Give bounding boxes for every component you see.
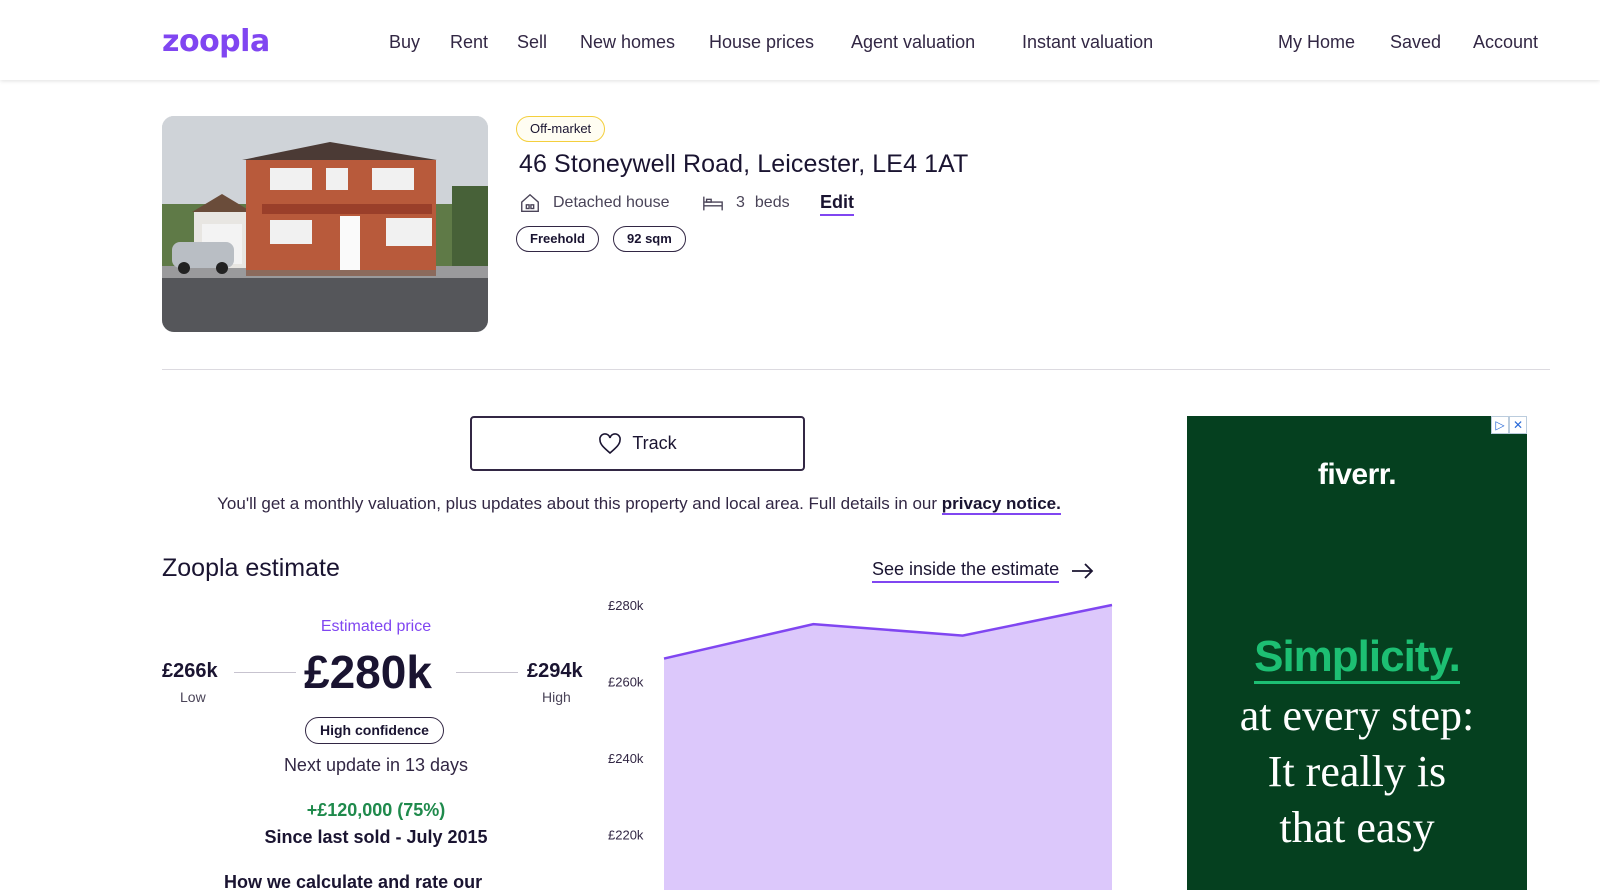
next-update-text: Next update in 13 days	[283, 755, 469, 775]
confidence-badge: High confidence	[305, 717, 444, 744]
estimate-chart: £280k £260k £240k £220k	[608, 598, 1113, 890]
nav-new-homes[interactable]: New homes	[580, 32, 675, 53]
heart-icon	[599, 432, 622, 454]
y-tick-label: £240k	[608, 751, 644, 766]
nav-house-prices[interactable]: House prices	[709, 32, 814, 53]
estimate-title: Zoopla estimate	[162, 554, 340, 582]
nav-saved[interactable]: Saved	[1390, 32, 1441, 53]
y-tick-label: £280k	[608, 598, 644, 613]
estimate-price: £280k	[304, 646, 432, 698]
track-notice: You'll get a monthly valuation, plus upd…	[162, 490, 1116, 518]
property-type: Detached house	[519, 192, 670, 214]
track-notice-text: You'll get a monthly valuation, plus upd…	[217, 494, 942, 513]
off-market-badge: Off-market	[516, 116, 606, 142]
nav-rent[interactable]: Rent	[450, 32, 488, 53]
ad-body-line: at every step:	[1239, 691, 1475, 740]
section-divider	[162, 369, 1550, 370]
property-address: 46 Stoneywell Road, Leicester, LE4 1AT	[519, 150, 969, 178]
y-tick-label: £220k	[608, 828, 644, 843]
nav-buy[interactable]: Buy	[389, 32, 420, 53]
property-type-label: Detached house	[553, 194, 670, 211]
nav-instant-valuation[interactable]: Instant valuation	[1022, 32, 1153, 53]
ad-brand: fiverr.	[1317, 458, 1397, 491]
beds-count: 3	[736, 194, 745, 211]
estimate-low-value: £266k	[162, 660, 218, 682]
tenure-chip: Freehold	[516, 226, 599, 252]
ad-headline: Simplicity.	[1187, 632, 1527, 684]
house-icon	[521, 193, 539, 212]
nav-agent-valuation[interactable]: Agent valuation	[851, 32, 975, 53]
property-photo[interactable]	[162, 116, 488, 332]
price-change: +£120,000 (75%)	[306, 800, 446, 820]
beds-label: beds	[754, 194, 790, 211]
since-last-sold: Since last sold - July 2015	[264, 827, 488, 847]
how-we-calculate-link[interactable]: How we calculate and rate our	[224, 872, 482, 890]
see-inside-label: See inside the estimate	[872, 559, 1060, 583]
estimate-area	[664, 605, 1112, 890]
ad-body-line: that easy	[1279, 803, 1435, 852]
nav-my-home[interactable]: My Home	[1278, 32, 1355, 53]
high-range-line	[456, 672, 518, 673]
edit-property-link[interactable]: Edit	[820, 192, 854, 216]
y-tick-label: £260k	[608, 675, 644, 690]
ad-headline-text: Simplicity.	[1254, 632, 1461, 684]
low-range-line	[234, 672, 296, 673]
ad-controls: ▷ ✕	[1491, 416, 1527, 434]
site-header: zoopla Buy Rent Sell New homes House pri…	[0, 0, 1600, 80]
property-beds: 3 beds	[702, 192, 790, 214]
track-button-label: Track	[632, 433, 677, 453]
ad-close-icon[interactable]: ✕	[1509, 416, 1527, 434]
ad-body-line: It really is	[1267, 747, 1447, 796]
estimate-high-value: £294k	[527, 660, 583, 682]
estimate-high-label: High	[542, 689, 571, 705]
track-button[interactable]: Track	[470, 416, 805, 471]
size-chip: 92 sqm	[613, 226, 686, 252]
see-inside-estimate-link[interactable]: See inside the estimate	[872, 559, 1095, 583]
privacy-notice-link[interactable]: privacy notice.	[941, 494, 1061, 515]
fiverr-ad[interactable]: ▷ ✕ fiverr. Simplicity. at every step: I…	[1187, 416, 1527, 890]
arrow-right-icon	[1072, 563, 1094, 579]
ad-choices-icon[interactable]: ▷	[1491, 416, 1509, 434]
estimated-price-label: Estimated price	[320, 618, 432, 635]
nav-sell[interactable]: Sell	[517, 32, 547, 53]
bed-icon	[703, 196, 723, 211]
zoopla-logo[interactable]: zoopla	[162, 24, 270, 59]
ad-body: at every step: It really is that easy	[1187, 688, 1527, 856]
estimate-low-label: Low	[180, 689, 206, 705]
nav-account[interactable]: Account	[1473, 32, 1538, 53]
